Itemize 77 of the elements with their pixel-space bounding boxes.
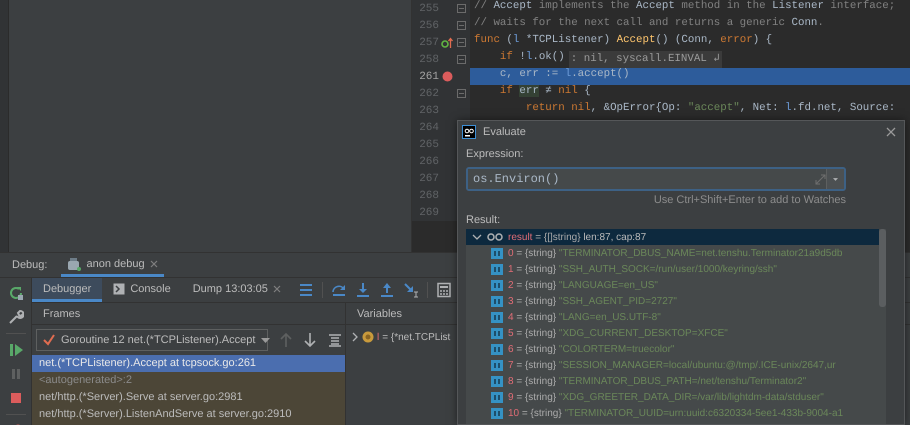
fold-marker-icon[interactable]	[456, 4, 466, 13]
arrow-down-icon[interactable]	[304, 333, 316, 347]
glasses-icon	[487, 233, 503, 241]
frame-item[interactable]: net/http.(*Server).Serve at server.go:2981	[32, 389, 345, 406]
string-type-icon	[491, 328, 503, 338]
implements-icon[interactable]	[441, 36, 453, 48]
panel-label: Debug:	[12, 259, 48, 271]
frame-item[interactable]: net/http.(*Server).ListenAndServe at server.go:2910	[32, 406, 345, 423]
arrow-up-icon[interactable]	[280, 333, 292, 347]
thread-dropdown[interactable]: Goroutine 12 net.(*TCPListener).Accept	[36, 329, 268, 351]
code-line: if !l.ok()	[498, 51, 565, 65]
result-item[interactable]: 5 = {string} "XDG_CURRENT_DESKTOP=XFCE"	[508, 328, 728, 338]
variable-name: l	[377, 332, 380, 342]
close-icon[interactable]	[150, 260, 158, 268]
code-line: func (l *TCPListener) Accept() (Conn, error) {	[474, 34, 772, 48]
string-type-icon	[491, 344, 503, 354]
close-icon[interactable]	[272, 284, 281, 292]
debug-tab[interactable]: Dump 13:03:05	[182, 278, 292, 302]
result-root-row[interactable]: result = {[]string} len:87, cap:87	[466, 229, 879, 245]
result-item[interactable]: 8 = {string} "TERMINATOR_DBUS_PATH=/net/tenshu/Terminator2"	[508, 376, 806, 386]
code-line: if err ≠ nil {	[498, 85, 591, 99]
fold-marker-icon[interactable]	[456, 21, 466, 30]
string-type-icon	[491, 376, 503, 386]
caret-icon	[261, 338, 270, 342]
code-line: // Accept implements the Accept method in the Listener interface;	[474, 0, 896, 14]
parameter-icon	[362, 331, 374, 343]
rerun-icon[interactable]	[8, 285, 24, 301]
wrench-icon[interactable]	[8, 309, 24, 325]
run-to-cursor-icon[interactable]	[402, 282, 419, 298]
resume-icon[interactable]	[8, 342, 24, 358]
debug-tab[interactable]: Console	[102, 278, 182, 302]
debug-session-icon	[67, 256, 82, 270]
result-text: result = {[]string} len:87, cap:87	[508, 232, 646, 242]
string-type-icon	[491, 264, 503, 274]
folded-code-hint[interactable]: : nil, syscall.EINVAL ↲	[568, 51, 722, 68]
fold-marker-icon[interactable]	[456, 89, 466, 98]
string-type-icon	[491, 312, 503, 322]
code-line: return nil, &OpError{Op: "accept", Net: l.fd.net, Source:	[524, 102, 896, 116]
fold-marker-icon[interactable]	[456, 38, 466, 47]
dialog-title: Evaluate	[483, 126, 526, 138]
scrollbar-thumb[interactable]	[879, 229, 886, 307]
result-item[interactable]: 0 = {string} "TERMINATOR_DBUS_NAME=net.tenshu.Terminator21a9d5db	[508, 248, 842, 258]
string-type-icon	[491, 408, 503, 418]
frame-item[interactable]: <autogenerated>:2	[32, 372, 345, 389]
shortcut-hint: Use Ctrl+Shift+Enter to add to Watches	[652, 194, 846, 208]
result-item[interactable]: 4 = {string} "LANG=en_US.UTF-8"	[508, 312, 661, 322]
result-item[interactable]: 7 = {string} "SESSION_MANAGER=local/ubuntu:@/tmp/.ICE-unix/2647,ur	[508, 360, 836, 370]
result-item[interactable]: 10 = {string} "TERMINATOR_UUID=urn:uuid:c6320334-5ee1-433b-9004-a1	[508, 408, 844, 418]
string-type-icon	[491, 296, 503, 306]
string-type-icon	[491, 392, 503, 402]
variable-value: = {*net.TCPList	[382, 332, 450, 342]
code-line: // waits for the next call and returns a generic Conn.	[474, 17, 824, 31]
code-line: c, err := l.accept()	[498, 68, 630, 82]
console-icon	[113, 282, 126, 294]
result-label: Result:	[466, 214, 502, 226]
breakpoint-icon[interactable]	[442, 71, 452, 82]
result-item[interactable]: 2 = {string} "LANGUAGE=en_US"	[508, 280, 658, 290]
expression-label: Expression:	[466, 148, 524, 162]
step-out-icon[interactable]	[378, 282, 395, 298]
step-into-icon[interactable]	[354, 282, 371, 298]
string-type-icon	[491, 248, 503, 258]
filter-icon[interactable]	[328, 333, 342, 347]
string-type-icon	[491, 360, 503, 370]
fold-marker-icon[interactable]	[456, 55, 466, 64]
frames-header: Frames	[32, 303, 345, 325]
string-type-icon	[491, 280, 503, 290]
list-icon[interactable]	[298, 282, 314, 298]
check-icon	[43, 334, 55, 346]
result-item[interactable]: 6 = {string} "COLORTERM=truecolor"	[508, 344, 674, 354]
frame-item[interactable]: net.(*TCPListener).Accept at tcpsock.go:261	[32, 355, 345, 372]
debug-tab[interactable]: Debugger	[32, 278, 102, 302]
line-number: 261	[418, 70, 439, 82]
close-icon[interactable]	[886, 126, 896, 136]
result-item[interactable]: 1 = {string} "SSH_AUTH_SOCK=/run/user/1000/keyring/ssh"	[508, 264, 777, 274]
result-item[interactable]: 9 = {string} "XDG_GREETER_DATA_DIR=/var/lib/lightdm-data/stduser"	[508, 392, 824, 402]
app-logo-icon	[462, 124, 476, 138]
calculator-icon[interactable]	[436, 282, 452, 298]
